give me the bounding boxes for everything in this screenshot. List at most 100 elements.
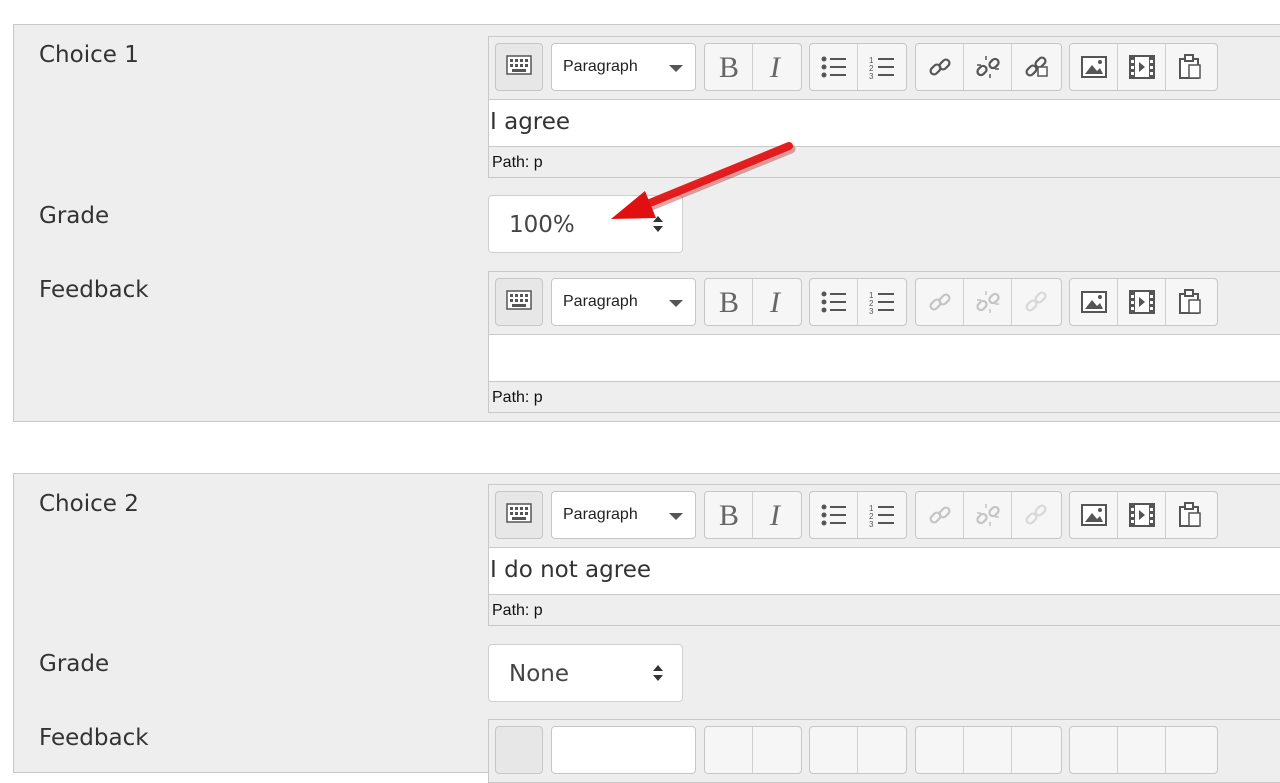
- unlink-button[interactable]: [964, 44, 1012, 90]
- anchor-button[interactable]: [1012, 727, 1060, 773]
- text-style-group: B I: [704, 278, 802, 326]
- editor-path: Path: p: [492, 389, 543, 406]
- numbered-list-icon: 123: [869, 503, 895, 527]
- grade-1-select[interactable]: 100%: [488, 195, 683, 253]
- editor-toolbar: Paragraph B I 123: [489, 37, 1280, 99]
- link-group: [915, 278, 1062, 326]
- grade-2-select[interactable]: None: [488, 644, 683, 702]
- numbered-list-button[interactable]: [858, 727, 906, 773]
- italic-button[interactable]: [753, 727, 801, 773]
- image-button[interactable]: [1070, 492, 1118, 538]
- anchor-icon: [1023, 289, 1049, 315]
- svg-text:B: B: [719, 53, 739, 81]
- unlink-icon: [975, 502, 1001, 528]
- keyboard-icon: [506, 54, 532, 80]
- bullet-list-button[interactable]: [810, 727, 858, 773]
- anchor-button[interactable]: [1012, 279, 1060, 325]
- anchor-button[interactable]: [1012, 492, 1060, 538]
- editor-toolbar: Paragraph B I 123: [489, 485, 1280, 547]
- paste-button[interactable]: [1166, 492, 1214, 538]
- numbered-list-button[interactable]: 123: [858, 492, 906, 538]
- bullet-list-icon: [821, 55, 847, 79]
- choice-2-fieldset: Choice 2 Grade Feedback Paragraph B I 12…: [13, 473, 1280, 783]
- toolbar-toggle-button[interactable]: [495, 491, 543, 539]
- image-icon: [1080, 504, 1107, 526]
- paragraph-format-label: Paragraph: [563, 293, 638, 310]
- link-button[interactable]: [916, 492, 964, 538]
- bullet-list-icon: [821, 503, 847, 527]
- link-button[interactable]: [916, 727, 964, 773]
- svg-text:B: B: [719, 288, 739, 316]
- bullet-list-button[interactable]: [810, 44, 858, 90]
- paste-button[interactable]: [1166, 727, 1214, 773]
- bold-icon: B: [717, 53, 741, 81]
- keyboard-icon: [506, 289, 532, 315]
- media-icon: [1128, 290, 1155, 314]
- anchor-icon: [1023, 54, 1049, 80]
- choice-2-editor: Paragraph B I 123 I do not agree Path: p: [488, 484, 1280, 626]
- italic-button[interactable]: I: [753, 492, 801, 538]
- italic-button[interactable]: I: [753, 279, 801, 325]
- bullet-list-icon: [821, 290, 847, 314]
- text-style-group: B I: [704, 43, 802, 91]
- media-icon: [1128, 503, 1155, 527]
- numbered-list-button[interactable]: 123: [858, 279, 906, 325]
- unlink-button[interactable]: [964, 492, 1012, 538]
- media-button[interactable]: [1118, 727, 1166, 773]
- paragraph-format-select[interactable]: [551, 726, 696, 774]
- link-button[interactable]: [916, 44, 964, 90]
- toolbar-toggle-button[interactable]: [495, 726, 543, 774]
- toolbar-toggle-button[interactable]: [495, 278, 543, 326]
- chevron-down-icon: [669, 513, 683, 520]
- bold-button[interactable]: [705, 727, 753, 773]
- paste-button[interactable]: [1166, 279, 1214, 325]
- bold-button[interactable]: B: [705, 279, 753, 325]
- editor-toolbar: [489, 720, 1280, 782]
- bullet-list-button[interactable]: [810, 279, 858, 325]
- grade-2-label: Grade: [39, 651, 110, 677]
- chevron-down-icon: [669, 65, 683, 72]
- svg-text:I: I: [769, 501, 782, 529]
- media-icon: [1128, 55, 1155, 79]
- bold-button[interactable]: B: [705, 492, 753, 538]
- paste-icon: [1178, 502, 1202, 528]
- toolbar-toggle-button[interactable]: [495, 43, 543, 91]
- link-icon: [927, 54, 953, 80]
- italic-button[interactable]: I: [753, 44, 801, 90]
- list-group: 123: [809, 43, 907, 91]
- unlink-icon: [975, 54, 1001, 80]
- image-button[interactable]: [1070, 727, 1118, 773]
- bullet-list-button[interactable]: [810, 492, 858, 538]
- image-button[interactable]: [1070, 44, 1118, 90]
- bold-button[interactable]: B: [705, 44, 753, 90]
- link-button[interactable]: [916, 279, 964, 325]
- paragraph-format-select[interactable]: Paragraph: [551, 43, 696, 91]
- editor-path: Path: p: [492, 602, 543, 619]
- list-group: 123: [809, 491, 907, 539]
- numbered-list-icon: 123: [869, 55, 895, 79]
- paragraph-format-select[interactable]: Paragraph: [551, 278, 696, 326]
- paragraph-format-select[interactable]: Paragraph: [551, 491, 696, 539]
- paste-button[interactable]: [1166, 44, 1214, 90]
- anchor-button[interactable]: [1012, 44, 1060, 90]
- media-button[interactable]: [1118, 44, 1166, 90]
- editor-toolbar: Paragraph B I 123: [489, 272, 1280, 334]
- editor-path: Path: p: [492, 154, 543, 171]
- media-button[interactable]: [1118, 279, 1166, 325]
- media-button[interactable]: [1118, 492, 1166, 538]
- unlink-button[interactable]: [964, 727, 1012, 773]
- italic-icon: I: [767, 53, 787, 81]
- insert-group: [1069, 491, 1218, 539]
- feedback-text-area[interactable]: [489, 334, 1280, 382]
- image-button[interactable]: [1070, 279, 1118, 325]
- numbered-list-button[interactable]: 123: [858, 44, 906, 90]
- unlink-button[interactable]: [964, 279, 1012, 325]
- answer-text-area[interactable]: I do not agree: [489, 547, 1280, 595]
- image-icon: [1080, 56, 1107, 78]
- text-style-group: B I: [704, 491, 802, 539]
- answer-text-area[interactable]: I agree: [489, 99, 1280, 147]
- svg-text:B: B: [719, 501, 739, 529]
- insert-group: [1069, 726, 1218, 774]
- link-group: [915, 43, 1062, 91]
- choice-1-fieldset: Choice 1 Grade Feedback Paragraph B I 12…: [13, 24, 1280, 422]
